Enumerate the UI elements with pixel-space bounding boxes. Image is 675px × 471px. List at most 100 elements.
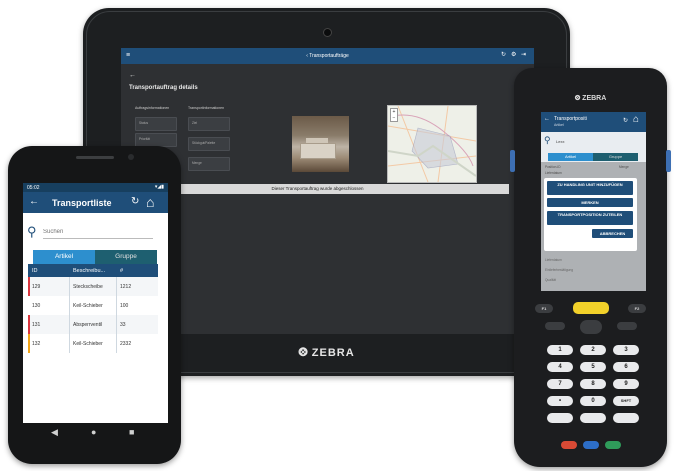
home-icon[interactable]: ⌂ (633, 114, 639, 125)
search-bar[interactable]: ⚲ Lexx (544, 135, 642, 147)
search-icon[interactable]: ⚲ (27, 225, 37, 239)
cell-id: 131 (32, 322, 41, 328)
cancel-button[interactable]: ABBRECHEN (592, 229, 633, 238)
status-field[interactable]: Status (135, 117, 177, 131)
phone-app-bar: ← Transportliste ↻ ⌂ (23, 192, 168, 213)
cell-quantity: 100 (120, 303, 129, 309)
column-header-description[interactable]: Beschreibu... (73, 268, 105, 274)
esc-key[interactable] (617, 322, 637, 330)
priority-field[interactable]: Priorität (135, 133, 177, 147)
refresh-icon[interactable]: ↻ (501, 52, 506, 58)
location-map[interactable]: + − (387, 105, 477, 183)
front-camera (128, 154, 134, 160)
tab-artikel[interactable]: Artikel (548, 153, 593, 161)
key-4[interactable]: 4 (547, 362, 573, 372)
zoom-controls[interactable]: + − (390, 108, 398, 122)
scan-trigger-left[interactable] (510, 150, 515, 172)
action-dialog: ZU HANDLING UNIT HINZUFÜGEN MERKEN TRANS… (544, 178, 637, 251)
key-0[interactable]: 0 (580, 396, 606, 406)
key-8[interactable]: 8 (580, 379, 606, 389)
backspace-key[interactable] (547, 413, 573, 423)
table-row[interactable]: 130 Keil-Schieber 100 (28, 296, 158, 315)
table-row[interactable]: 132 Keil-Schieber 2332 (28, 334, 158, 353)
zebra-head-icon: ⨷ (298, 345, 309, 359)
scanner-app-bar: ← Transportpositi Artikel ↻ ⌂ (541, 112, 646, 132)
table-row[interactable]: 129 Steckscheibe 1212 (28, 277, 158, 296)
screen-title: Transportliste (52, 198, 112, 208)
cell-quantity: 33 (120, 322, 126, 328)
tab-bar: Artikel Gruppe (33, 250, 157, 264)
page-title: Transportauftrag details (129, 85, 198, 91)
key-5[interactable]: 5 (580, 362, 606, 372)
refresh-icon[interactable]: ↻ (623, 117, 628, 124)
gear-icon[interactable]: ⚙ (511, 52, 516, 58)
back-arrow-icon[interactable]: ← (544, 116, 550, 122)
key-9[interactable]: 9 (613, 379, 639, 389)
zebra-logo: ⨷ ZEBRA (574, 95, 607, 102)
goods-photo (292, 116, 349, 172)
column-divider (116, 277, 117, 353)
key-6[interactable]: 6 (613, 362, 639, 372)
cell-quantity: 1212 (120, 284, 132, 290)
space-key[interactable] (580, 413, 606, 423)
cell-quantity: 2332 (120, 341, 132, 347)
table-row[interactable]: 131 Absperrventil 33 (28, 315, 158, 334)
green-function-key[interactable] (605, 441, 621, 449)
key-1[interactable]: 1 (547, 345, 573, 355)
mode-field[interactable]: Stückgut/Palette (188, 137, 230, 151)
column-header-id[interactable]: ID (32, 268, 38, 274)
row-flag (28, 277, 30, 296)
order-info-label: Auftragsinformationen (135, 106, 170, 110)
cell-description: Keil-Schieber (73, 303, 103, 309)
key-2[interactable]: 2 (580, 345, 606, 355)
assign-transport-position-button[interactable]: TRANSPORTPOSITION ZUTEILEN (547, 211, 633, 225)
target-field[interactable]: Ziel (188, 117, 230, 131)
bg-label: Lieferdatum (545, 258, 562, 262)
search-icon[interactable]: ⚲ (544, 135, 551, 146)
f2-key[interactable]: F2 (628, 304, 646, 313)
blue-function-key[interactable] (583, 441, 599, 449)
shift-key[interactable]: SHFT (613, 396, 639, 406)
back-arrow-icon[interactable]: ← (129, 72, 136, 79)
home-icon[interactable]: ⌂ (146, 194, 154, 210)
nav-recents-icon[interactable]: ■ (129, 427, 134, 437)
row-flag (28, 334, 30, 353)
tab-gruppe[interactable]: Gruppe (593, 153, 638, 161)
dpad[interactable] (580, 320, 602, 334)
tab-artikel[interactable]: Artikel (33, 250, 95, 264)
tab-key[interactable] (545, 322, 565, 330)
tablet-screen: ≡ ‹ Transportaufträge ↻ ⚙ ⇥ ← Transporta… (121, 48, 534, 334)
nav-back-icon[interactable]: ◀ (51, 427, 58, 438)
enter-key[interactable] (613, 413, 639, 423)
quantity-field[interactable]: Menge (188, 157, 230, 171)
refresh-icon[interactable]: ↻ (131, 196, 139, 207)
key-dot[interactable]: • (547, 396, 573, 406)
scan-trigger-right[interactable] (666, 150, 671, 172)
scan-key[interactable] (573, 302, 609, 314)
tab-gruppe[interactable]: Gruppe (95, 250, 157, 264)
logout-icon[interactable]: ⇥ (521, 52, 526, 58)
key-3[interactable]: 3 (613, 345, 639, 355)
cell-description: Keil-Schieber (73, 341, 103, 347)
phone-screen: 05:02 ▾◢▮ ← Transportliste ↻ ⌂ ⚲ Artikel… (23, 183, 168, 423)
search-input[interactable] (43, 226, 153, 239)
bg-label: Qualität (545, 278, 556, 282)
remember-button[interactable]: MERKEN (547, 198, 633, 207)
screen-title: Transportpositi (554, 116, 587, 122)
key-7[interactable]: 7 (547, 379, 573, 389)
tablet-app-title: ‹ Transportaufträge (306, 53, 349, 59)
nav-home-icon[interactable]: ● (91, 427, 96, 437)
column-header-quantity[interactable]: # (120, 268, 123, 274)
tablet-app-bar: ≡ ‹ Transportaufträge ↻ ⚙ ⇥ (121, 48, 534, 64)
column-divider (69, 277, 70, 353)
table-header: ID Beschreibu... # (28, 264, 158, 277)
add-to-handling-unit-button[interactable]: ZU HANDLING UNIT HINZUFÜGEN (547, 181, 633, 195)
keypad: F1 F2 1 2 3 4 5 6 7 8 9 • 0 SHFT (533, 302, 648, 454)
back-arrow-icon[interactable]: ← (29, 196, 39, 207)
android-nav-bar: ◀ ● ■ (8, 427, 181, 445)
map-graphic (388, 106, 476, 182)
front-camera (323, 28, 332, 37)
f1-key[interactable]: F1 (535, 304, 553, 313)
red-function-key[interactable] (561, 441, 577, 449)
search-bar: ⚲ (27, 225, 155, 241)
